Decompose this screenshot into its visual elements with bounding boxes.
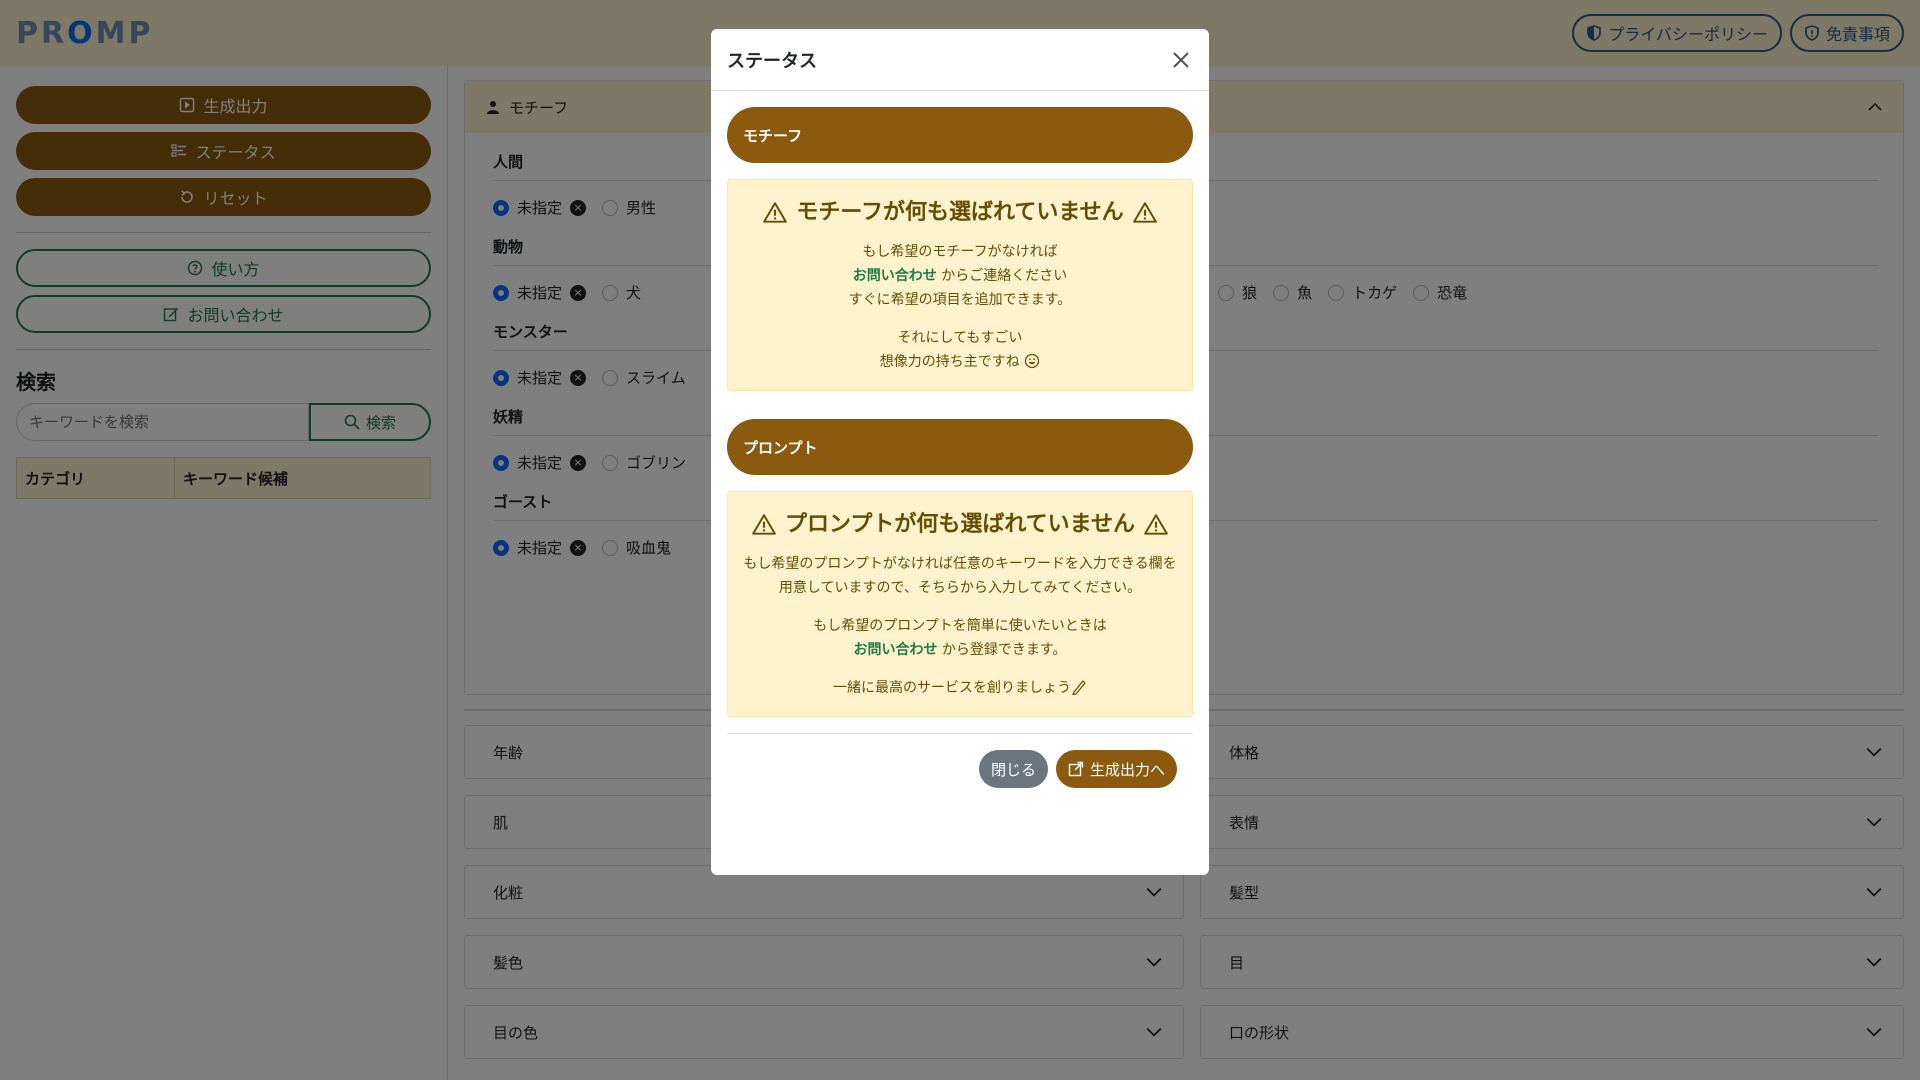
warning-icon (1132, 202, 1157, 223)
prompt-contact-line: お問い合わせ から登録できます。 (740, 638, 1180, 662)
motif-warning-box: モチーフが何も選ばれていません もし希望のモチーフがなければ お問い合わせ から… (727, 179, 1193, 391)
warning-icon (752, 514, 776, 535)
close-icon[interactable] (1169, 48, 1193, 72)
motif-text-line: それにしてもすごい (897, 330, 1023, 346)
prompt-warning-box: プロンプトが何も選ばれていません もし希望のプロンプトがなければ任意のキーワード… (727, 491, 1193, 717)
prompt-text-line: もし希望のプロンプトを簡単に使いたいときは (813, 618, 1107, 634)
warning-icon (1144, 514, 1168, 535)
prompt-text-line: から登録できます。 (941, 642, 1067, 658)
warning-icon (763, 202, 788, 223)
motif-text-line: すぐに希望の項目を追加できます。 (848, 292, 1072, 308)
motif-contact-link[interactable]: お問い合わせ (853, 268, 937, 284)
prompt-contact-link[interactable]: お問い合わせ (853, 642, 937, 658)
motif-contact-line: お問い合わせ からご連絡ください (740, 264, 1180, 288)
smile-icon (1025, 353, 1040, 369)
modal-footer: 閉じる 生成出力へ (727, 733, 1193, 788)
status-modal: ステータス モチーフ モチーフが何も選ばれていません もし希望のモチーフがなけれ… (711, 29, 1209, 875)
motif-warning-title: モチーフが何も選ばれていません (740, 200, 1180, 226)
motif-text-line: 想像力の持ち主ですね (879, 354, 1020, 370)
external-link-icon (1068, 761, 1084, 777)
prompt-text-line: 一緒に最高のサービスを創りましょう (833, 680, 1071, 696)
modal-title: ステータス (727, 50, 817, 72)
close-button[interactable]: 閉じる (978, 750, 1048, 788)
motif-text-line: もし希望のモチーフがなければ (862, 244, 1058, 260)
prompt-closing-line: 一緒に最高のサービスを創りましょう (740, 676, 1180, 700)
motif-imagination-line: 想像力の持ち主ですね (740, 350, 1180, 374)
motif-section-header: モチーフ (727, 107, 1193, 163)
prompt-warning-title: プロンプトが何も選ばれていません (740, 512, 1180, 538)
motif-text-line: からご連絡ください (941, 268, 1068, 284)
go-to-output-button[interactable]: 生成出力へ (1055, 750, 1177, 788)
modal-header: ステータス (711, 29, 1209, 91)
go-to-output-label: 生成出力へ (1089, 760, 1165, 779)
pencil-icon (1072, 680, 1086, 695)
prompt-text-line: もし希望のプロンプトがなければ任意のキーワードを入力できる欄を用意していますので… (743, 556, 1177, 596)
prompt-warning-text: プロンプトが何も選ばれていません (784, 512, 1136, 537)
motif-warning-text: モチーフが何も選ばれていません (796, 200, 1124, 225)
modal-body: モチーフ モチーフが何も選ばれていません もし希望のモチーフがなければ お問い合… (711, 91, 1209, 717)
prompt-section-header: プロンプト (727, 419, 1193, 475)
